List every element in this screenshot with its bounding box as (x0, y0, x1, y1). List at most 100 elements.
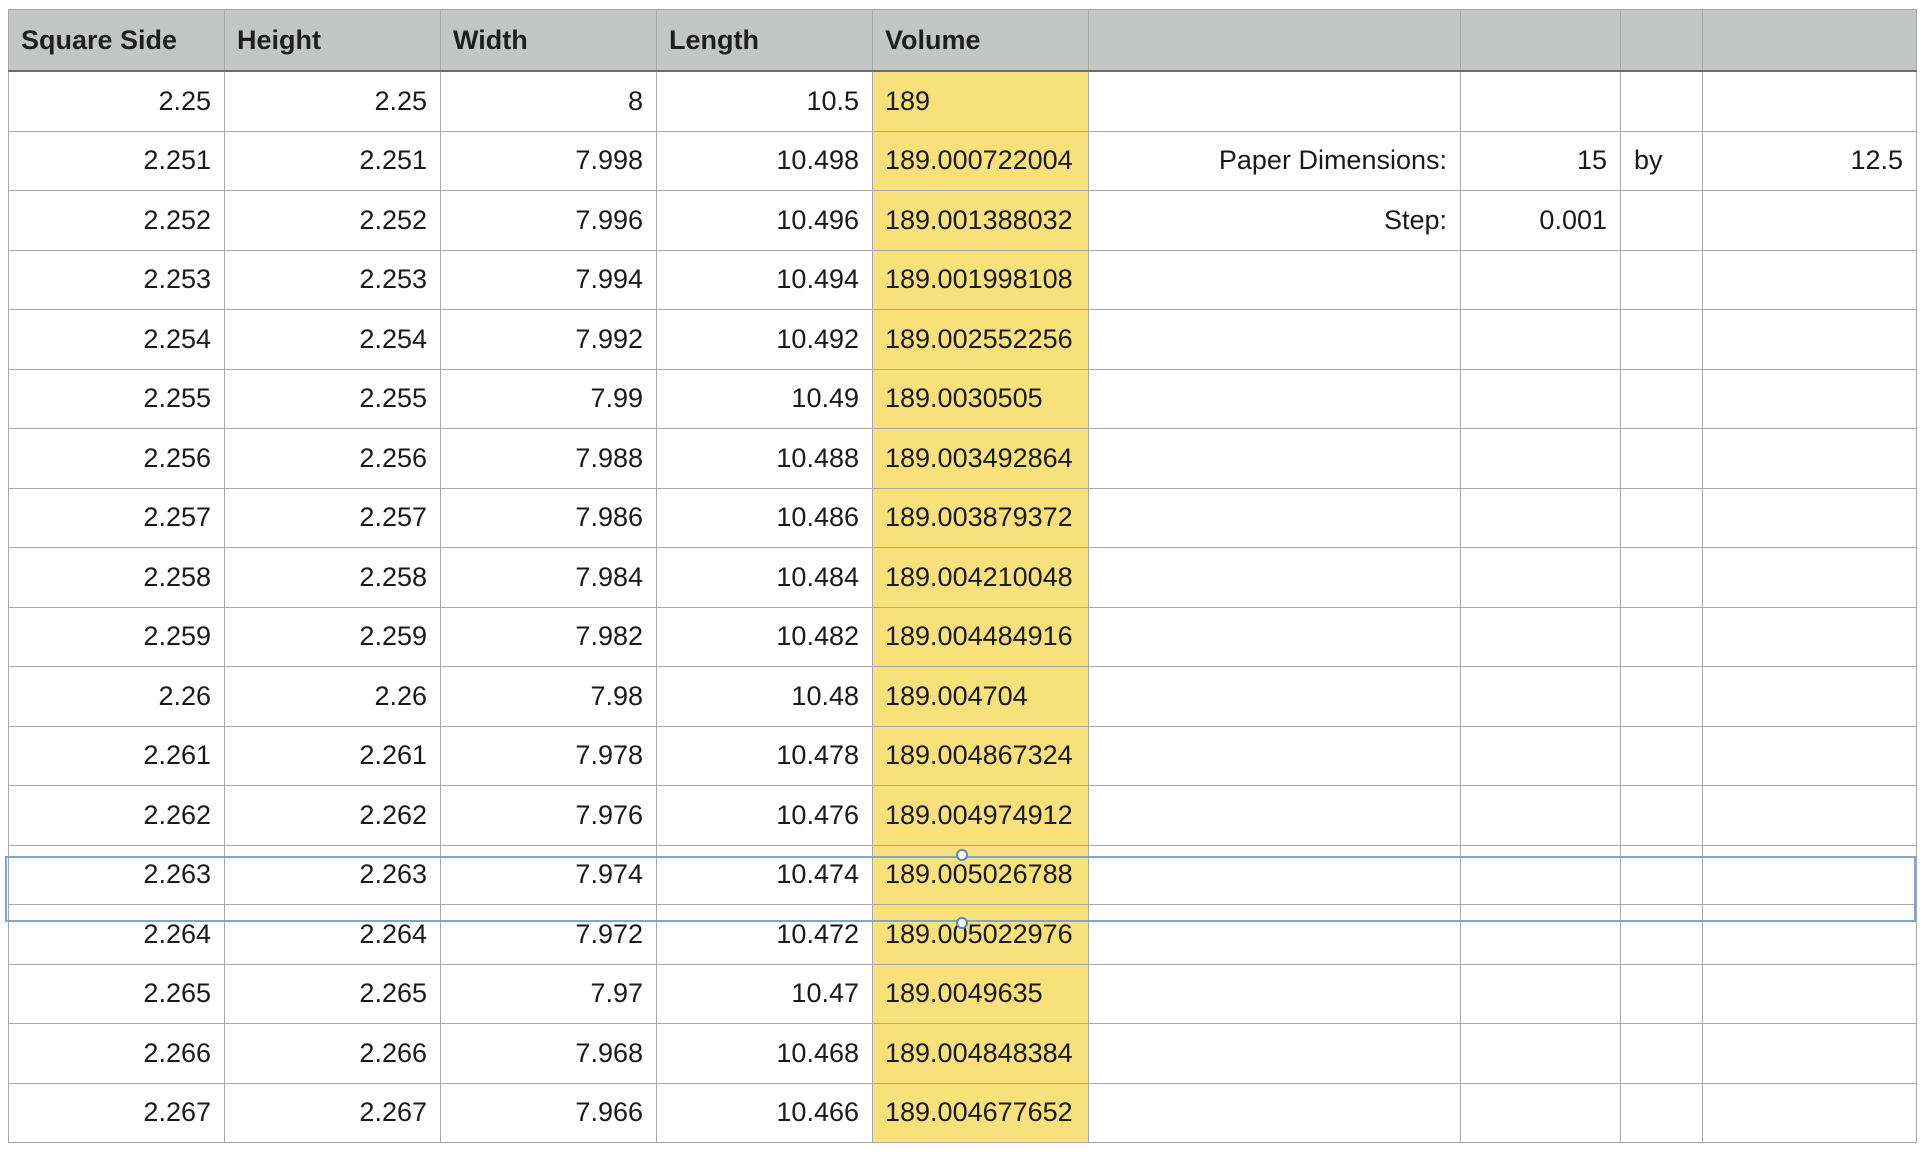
value-cell[interactable] (1460, 666, 1621, 727)
square-side-cell[interactable]: 2.256 (8, 428, 225, 489)
column-header-0[interactable]: Square Side (8, 9, 225, 72)
length-cell[interactable]: 10.496 (656, 190, 873, 251)
value2-cell[interactable] (1702, 70, 1917, 132)
label-cell[interactable] (1088, 1023, 1461, 1084)
width-cell[interactable]: 7.986 (440, 487, 657, 548)
height-cell[interactable]: 2.257 (224, 487, 441, 548)
by-cell[interactable] (1620, 844, 1703, 905)
value2-cell[interactable] (1702, 487, 1917, 548)
volume-cell[interactable]: 189.0049635 (872, 963, 1089, 1024)
selection-handle-bottom[interactable] (956, 917, 968, 929)
by-cell[interactable] (1620, 190, 1703, 251)
label-cell[interactable] (1088, 249, 1461, 310)
value-cell[interactable] (1460, 368, 1621, 429)
length-cell[interactable]: 10.488 (656, 428, 873, 489)
length-cell[interactable]: 10.49 (656, 368, 873, 429)
height-cell[interactable]: 2.259 (224, 606, 441, 667)
width-cell[interactable]: 7.98 (440, 666, 657, 727)
volume-cell[interactable]: 189.004677652 (872, 1082, 1089, 1143)
height-cell[interactable]: 2.264 (224, 904, 441, 965)
label-cell[interactable] (1088, 547, 1461, 608)
height-cell[interactable]: 2.256 (224, 428, 441, 489)
label-cell[interactable] (1088, 70, 1461, 132)
value2-cell[interactable] (1702, 1023, 1917, 1084)
height-cell[interactable]: 2.263 (224, 844, 441, 905)
value2-cell[interactable] (1702, 1082, 1917, 1143)
width-cell[interactable]: 7.984 (440, 547, 657, 608)
by-cell[interactable] (1620, 1082, 1703, 1143)
square-side-cell[interactable]: 2.254 (8, 309, 225, 370)
height-cell[interactable]: 2.25 (224, 70, 441, 132)
volume-cell[interactable]: 189.0030505 (872, 368, 1089, 429)
square-side-cell[interactable]: 2.262 (8, 785, 225, 846)
by-cell[interactable] (1620, 785, 1703, 846)
width-cell[interactable]: 7.99 (440, 368, 657, 429)
square-side-cell[interactable]: 2.264 (8, 904, 225, 965)
square-side-cell[interactable]: 2.252 (8, 190, 225, 251)
length-cell[interactable]: 10.476 (656, 785, 873, 846)
value-cell[interactable] (1460, 1082, 1621, 1143)
value2-cell[interactable] (1702, 368, 1917, 429)
length-cell[interactable]: 10.494 (656, 249, 873, 310)
label-cell[interactable]: Step: (1088, 190, 1461, 251)
by-cell[interactable] (1620, 1023, 1703, 1084)
height-cell[interactable]: 2.267 (224, 1082, 441, 1143)
by-cell[interactable]: by (1620, 130, 1703, 191)
width-cell[interactable]: 7.992 (440, 309, 657, 370)
value2-cell[interactable] (1702, 606, 1917, 667)
by-cell[interactable] (1620, 428, 1703, 489)
volume-cell[interactable]: 189.003492864 (872, 428, 1089, 489)
length-cell[interactable]: 10.468 (656, 1023, 873, 1084)
by-cell[interactable] (1620, 368, 1703, 429)
label-cell[interactable]: Paper Dimensions: (1088, 130, 1461, 191)
selection-handle-top[interactable] (956, 849, 968, 861)
value2-cell[interactable] (1702, 785, 1917, 846)
by-cell[interactable] (1620, 249, 1703, 310)
height-cell[interactable]: 2.254 (224, 309, 441, 370)
width-cell[interactable]: 7.996 (440, 190, 657, 251)
by-cell[interactable] (1620, 70, 1703, 132)
by-cell[interactable] (1620, 487, 1703, 548)
by-cell[interactable] (1620, 606, 1703, 667)
square-side-cell[interactable]: 2.267 (8, 1082, 225, 1143)
volume-cell[interactable]: 189.004210048 (872, 547, 1089, 608)
label-cell[interactable] (1088, 309, 1461, 370)
height-cell[interactable]: 2.255 (224, 368, 441, 429)
length-cell[interactable]: 10.482 (656, 606, 873, 667)
square-side-cell[interactable]: 2.257 (8, 487, 225, 548)
volume-cell[interactable]: 189.004484916 (872, 606, 1089, 667)
label-cell[interactable] (1088, 844, 1461, 905)
length-cell[interactable]: 10.484 (656, 547, 873, 608)
column-header-8[interactable] (1702, 9, 1917, 72)
width-cell[interactable]: 7.994 (440, 249, 657, 310)
label-cell[interactable] (1088, 1082, 1461, 1143)
width-cell[interactable]: 7.972 (440, 904, 657, 965)
volume-cell[interactable]: 189.001388032 (872, 190, 1089, 251)
column-header-3[interactable]: Length (656, 9, 873, 72)
column-header-7[interactable] (1620, 9, 1703, 72)
square-side-cell[interactable]: 2.259 (8, 606, 225, 667)
value-cell[interactable] (1460, 249, 1621, 310)
value-cell[interactable] (1460, 785, 1621, 846)
label-cell[interactable] (1088, 785, 1461, 846)
width-cell[interactable]: 7.976 (440, 785, 657, 846)
length-cell[interactable]: 10.5 (656, 70, 873, 132)
square-side-cell[interactable]: 2.263 (8, 844, 225, 905)
volume-cell[interactable]: 189.001998108 (872, 249, 1089, 310)
column-header-1[interactable]: Height (224, 9, 441, 72)
width-cell[interactable]: 7.988 (440, 428, 657, 489)
height-cell[interactable]: 2.26 (224, 666, 441, 727)
height-cell[interactable]: 2.265 (224, 963, 441, 1024)
value2-cell[interactable] (1702, 190, 1917, 251)
label-cell[interactable] (1088, 368, 1461, 429)
column-header-2[interactable]: Width (440, 9, 657, 72)
label-cell[interactable] (1088, 725, 1461, 786)
value2-cell[interactable] (1702, 725, 1917, 786)
square-side-cell[interactable]: 2.258 (8, 547, 225, 608)
volume-cell[interactable]: 189.004704 (872, 666, 1089, 727)
label-cell[interactable] (1088, 428, 1461, 489)
volume-cell[interactable]: 189.002552256 (872, 309, 1089, 370)
width-cell[interactable]: 7.998 (440, 130, 657, 191)
value2-cell[interactable] (1702, 844, 1917, 905)
length-cell[interactable]: 10.472 (656, 904, 873, 965)
